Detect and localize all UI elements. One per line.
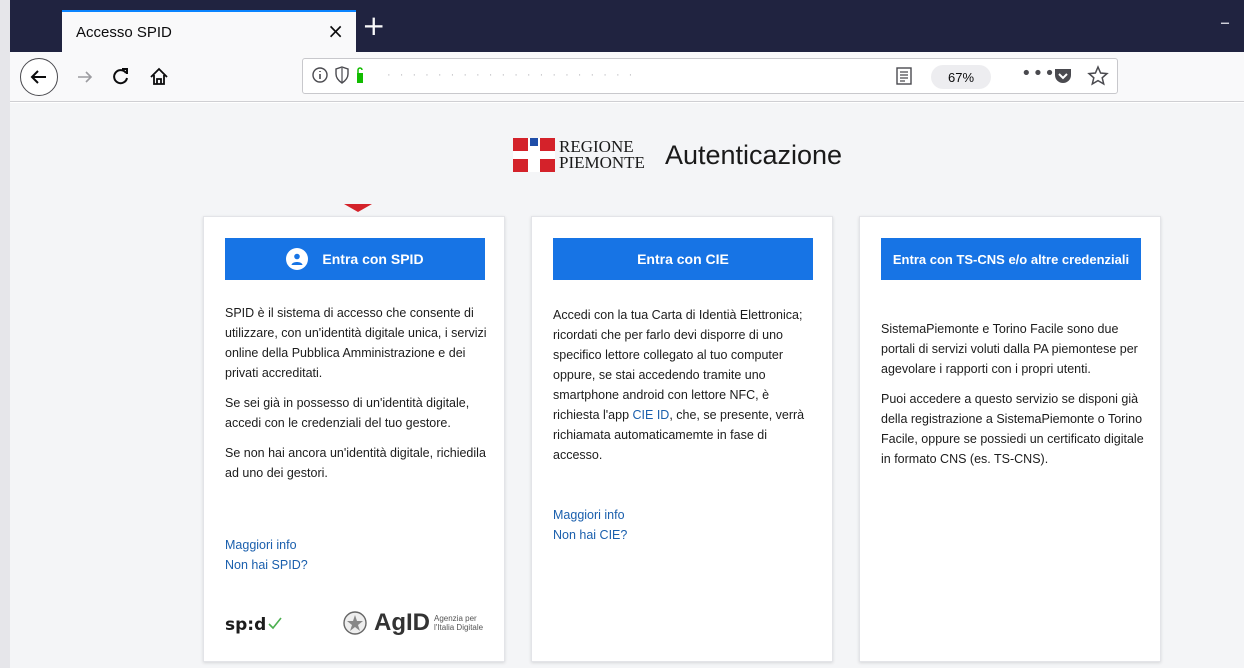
bookmark-star-button[interactable] xyxy=(1087,65,1109,91)
reload-button[interactable] xyxy=(106,62,136,92)
cie-description: Accedi con la tua Carta di Identià Elett… xyxy=(553,305,817,475)
check-icon xyxy=(268,617,282,630)
non-hai-spid-link[interactable]: Non hai SPID? xyxy=(225,555,308,575)
spid-card: Entra con SPID SPID è il sistema di acce… xyxy=(203,216,505,662)
new-tab-icon[interactable]: + xyxy=(362,12,385,40)
entra-con-ts-cns-label: Entra con TS-CNS e/o altre credenziali xyxy=(892,251,1130,267)
arrow-right-icon xyxy=(78,71,93,83)
close-tab-icon[interactable]: × xyxy=(327,20,344,42)
logo-line-2: PIEMONTE xyxy=(559,153,645,172)
cie-links: Maggiori info Non hai CIE? xyxy=(553,505,627,545)
italian-emblem-icon xyxy=(343,611,367,635)
reader-view-button[interactable] xyxy=(895,66,913,90)
info-icon[interactable] xyxy=(311,66,329,84)
user-icon xyxy=(286,248,309,270)
url-security-icons xyxy=(311,66,365,84)
tab-title: Accesso SPID xyxy=(76,23,172,41)
arrow-left-icon xyxy=(30,70,46,84)
spid-description: SPID è il sistema di accesso che consent… xyxy=(225,303,489,493)
cie-id-app-link[interactable]: CIE ID xyxy=(633,408,670,422)
agid-logo-text: AgID xyxy=(374,609,430,636)
entra-con-ts-cns-button[interactable]: Entra con TS-CNS e/o altre credenziali xyxy=(881,238,1141,280)
ts-cns-description: SistemaPiemonte e Torino Facile sono due… xyxy=(881,319,1145,479)
home-icon xyxy=(150,67,168,85)
shield-icon[interactable] xyxy=(335,66,349,84)
agid-subtitle-line-1: Agenzia per xyxy=(434,614,477,623)
navigation-toolbar: · · · · · · · · · · · · · · · · · · · · … xyxy=(10,52,1244,102)
window-edge xyxy=(0,0,10,668)
spid-paragraph-1: SPID è il sistema di accesso che consent… xyxy=(225,306,487,380)
spid-links: Maggiori info Non hai SPID? xyxy=(225,535,308,575)
agid-subtitle-line-2: l'Italia Digitale xyxy=(434,623,484,632)
agid-subtitle: Agenzia per l'Italia Digitale xyxy=(434,614,483,632)
page-actions-more-icon[interactable]: ••• xyxy=(1021,63,1056,84)
star-icon xyxy=(1087,65,1109,86)
zoom-level-button[interactable]: 67% xyxy=(931,65,991,89)
agid-logo: AgID Agenzia per l'Italia Digitale xyxy=(342,609,483,637)
url-bar[interactable]: · · · · · · · · · · · · · · · · · · · · … xyxy=(302,58,1118,94)
tab-bar: Accesso SPID × + – xyxy=(0,0,1244,52)
ts-cns-paragraph-1: SistemaPiemonte e Torino Facile sono due… xyxy=(881,322,1138,376)
spid-paragraph-2: Se sei già in possesso di un'identità di… xyxy=(225,396,470,430)
lock-icon[interactable] xyxy=(355,66,365,84)
reader-view-icon xyxy=(896,67,912,85)
page-title: Autenticazione xyxy=(664,139,843,170)
entra-con-cie-label: Entra con CIE xyxy=(637,251,729,267)
entra-con-spid-button[interactable]: Entra con SPID xyxy=(225,238,485,280)
window-minimize-icon[interactable]: – xyxy=(1220,10,1230,34)
reload-icon xyxy=(113,68,128,85)
home-button[interactable] xyxy=(144,62,174,92)
regione-piemonte-logo-text: REGIONE PIEMONTE xyxy=(559,138,645,172)
entra-con-cie-button[interactable]: Entra con CIE xyxy=(553,238,813,280)
spid-logo-text: sp:d xyxy=(225,615,267,635)
spid-logo: sp:d xyxy=(225,615,282,635)
ts-cns-paragraph-2: Puoi accedere a questo servizio se dispo… xyxy=(881,392,1144,466)
cie-maggiori-info-link[interactable]: Maggiori info xyxy=(553,505,627,525)
chevron-down-icon xyxy=(344,204,372,212)
regione-piemonte-flag-icon xyxy=(513,136,555,174)
pocket-icon xyxy=(1055,69,1071,83)
non-hai-cie-link[interactable]: Non hai CIE? xyxy=(553,525,627,545)
back-button[interactable] xyxy=(20,58,58,96)
pocket-button[interactable] xyxy=(1053,67,1073,89)
ts-cns-card: Entra con TS-CNS e/o altre credenziali S… xyxy=(859,216,1161,662)
cie-text-before: Accedi con la tua Carta di Identià Elett… xyxy=(553,308,803,422)
cie-paragraph-1: Accedi con la tua Carta di Identià Elett… xyxy=(553,305,817,465)
entra-con-spid-label: Entra con SPID xyxy=(322,251,424,267)
url-text[interactable]: · · · · · · · · · · · · · · · · · · · · xyxy=(387,69,635,81)
spid-paragraph-3: Se non hai ancora un'identità digitale, … xyxy=(225,446,486,480)
page-header: REGIONE PIEMONTE Autenticazione xyxy=(513,136,842,174)
forward-button[interactable] xyxy=(70,62,100,92)
tab-accesso-spid[interactable]: Accesso SPID × xyxy=(62,10,356,52)
cie-card: Entra con CIE Accedi con la tua Carta di… xyxy=(531,216,833,662)
spid-maggiori-info-link[interactable]: Maggiori info xyxy=(225,535,308,555)
